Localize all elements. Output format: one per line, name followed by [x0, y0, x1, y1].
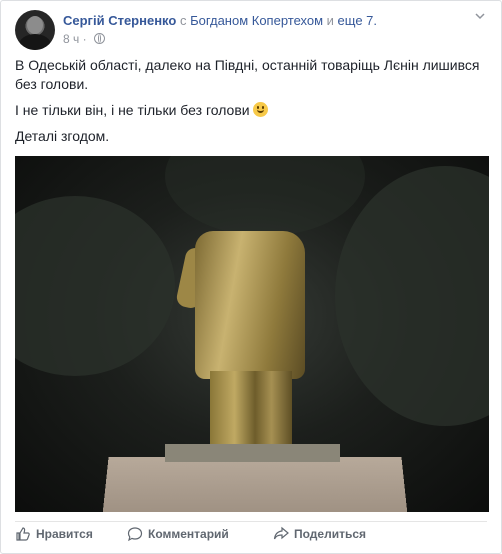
post-text: В Одеській області, далеко на Півдні, ос… — [15, 56, 485, 153]
post-paragraph-1: В Одеській області, далеко на Півдні, ос… — [15, 57, 480, 92]
tree-foliage-top — [165, 156, 365, 236]
post-paragraph-2: І не тільки він, і не тільки без голови — [15, 101, 485, 120]
and-text: и — [323, 13, 338, 28]
share-label: Поделиться — [294, 527, 367, 541]
paragraph-2-text: І не тільки він, і не тільки без голови — [15, 102, 250, 118]
comment-label: Комментарий — [148, 527, 229, 541]
tagged-person[interactable]: Богданом Копертехом — [190, 13, 323, 28]
post-timestamp[interactable]: 8 ч · — [63, 31, 105, 47]
post-photo[interactable] — [15, 156, 489, 512]
author-avatar[interactable] — [15, 10, 55, 50]
comment-button[interactable]: Комментарий — [127, 524, 229, 544]
statue-legs — [210, 371, 292, 451]
pedestal-top — [165, 444, 340, 462]
avatar-shoulders — [19, 34, 51, 50]
post-paragraph-3: Деталі згодом. — [15, 128, 110, 144]
author-name[interactable]: Сергій Стерненко — [63, 13, 176, 28]
smiley-emoji — [252, 102, 268, 117]
post-header: Сергій Стерненко с Богданом Копертехом и… — [15, 10, 487, 50]
comment-bubble-icon — [127, 526, 143, 542]
facebook-post: Сергій Стерненко с Богданом Копертехом и… — [0, 0, 502, 554]
post-actions-bar: Нравится Комментарий Поделиться — [15, 521, 487, 546]
tree-foliage-left — [15, 196, 175, 376]
statue-pedestal — [101, 457, 409, 512]
chevron-down-icon[interactable] — [473, 10, 487, 24]
connector-text: с — [176, 13, 191, 28]
post-meta: Сергій Стерненко с Богданом Копертехом и… — [63, 12, 377, 29]
avatar-head — [27, 16, 43, 34]
thumbs-up-icon — [15, 526, 31, 542]
timestamp-text[interactable]: 8 ч · — [63, 32, 90, 46]
others-link[interactable]: еще 7. — [338, 13, 377, 28]
like-button[interactable]: Нравится — [15, 524, 93, 544]
share-button[interactable]: Поделиться — [273, 524, 366, 544]
share-arrow-icon — [273, 526, 289, 542]
like-label: Нравится — [36, 527, 93, 541]
globe-icon — [93, 33, 105, 44]
headless-statue — [195, 231, 305, 379]
tree-foliage-right — [335, 166, 489, 426]
